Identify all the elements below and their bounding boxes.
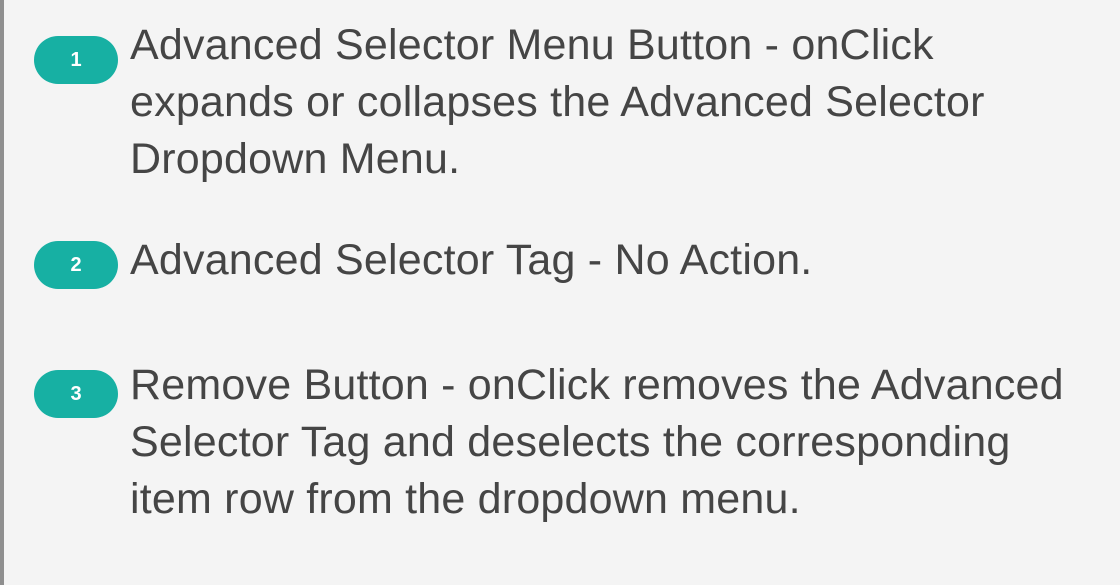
annotation-text-3: Remove Button - onClick removes the Adva…: [130, 361, 1064, 523]
number-badge-3: 3: [34, 370, 118, 418]
left-border-rule: [0, 0, 4, 585]
number-badge-2: 2: [34, 241, 118, 289]
annotation-text-1: Advanced Selector Menu Button - onClick …: [130, 21, 985, 183]
number-badge-1: 1: [34, 36, 118, 84]
annotation-text-2: Advanced Selector Tag - No Action.: [130, 236, 813, 284]
